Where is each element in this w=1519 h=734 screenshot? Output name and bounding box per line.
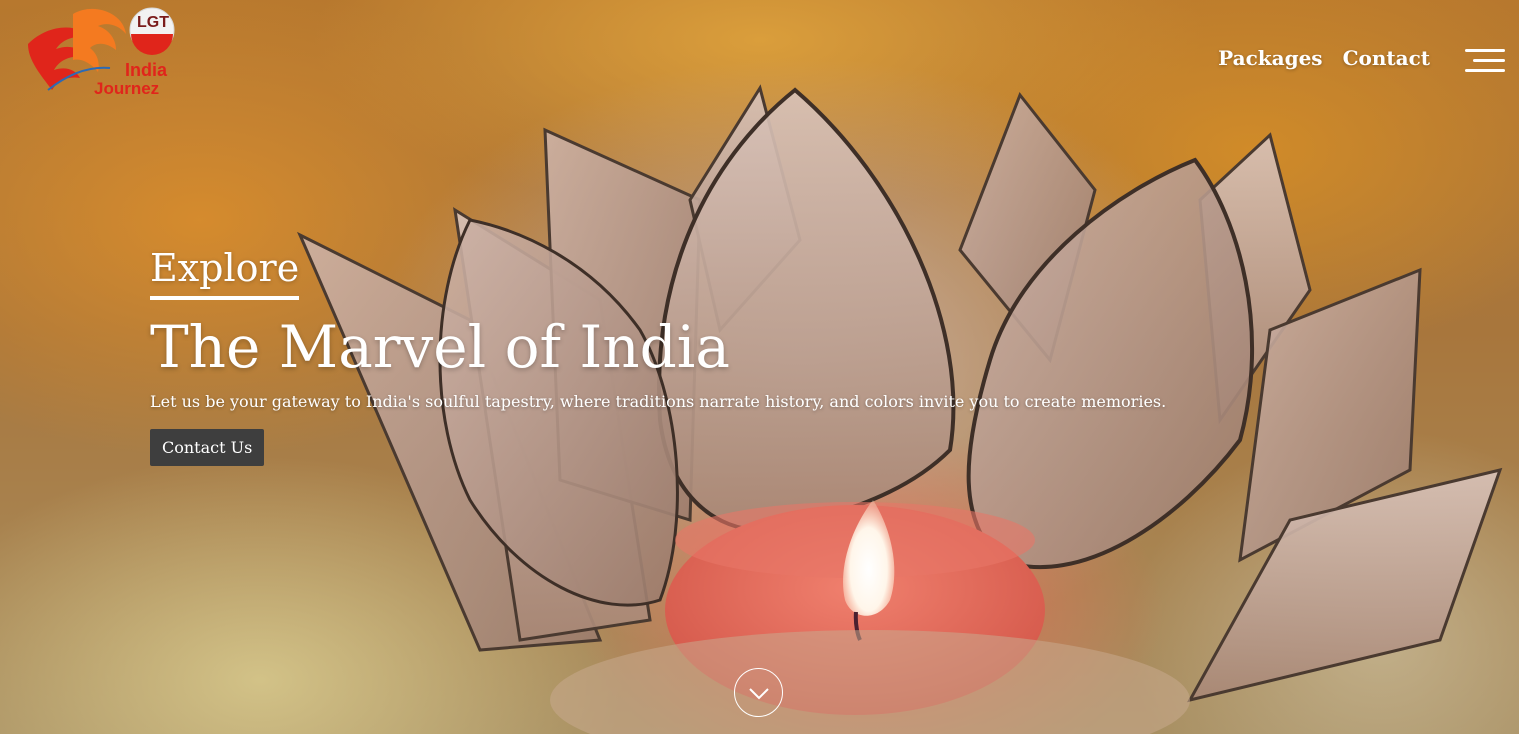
hero-section: LGT India Journez Packages Contact Explo… [0,0,1519,734]
main-nav: Packages Contact [1218,46,1430,70]
scroll-down-button[interactable] [734,668,783,717]
contact-us-button[interactable]: Contact Us [150,429,265,466]
menu-line [1465,69,1505,72]
menu-line [1465,49,1505,52]
hamburger-menu-icon[interactable] [1463,46,1505,76]
logo-name-line2: Journez [94,79,160,98]
hero-content: Explore The Marvel of India Let us be yo… [150,244,1167,466]
hero-eyebrow: Explore [150,244,300,300]
menu-line [1473,59,1505,62]
chevron-down-icon [748,687,769,699]
logo-name-line1: India [125,60,168,80]
nav-link-contact[interactable]: Contact [1343,46,1430,70]
site-header: LGT India Journez Packages Contact [0,0,1519,110]
nav-link-packages[interactable]: Packages [1218,46,1322,70]
logo-badge-text: LGT [137,14,169,31]
hero-tagline: Let us be your gateway to India's soulfu… [150,392,1167,411]
hero-title: The Marvel of India [150,313,730,381]
